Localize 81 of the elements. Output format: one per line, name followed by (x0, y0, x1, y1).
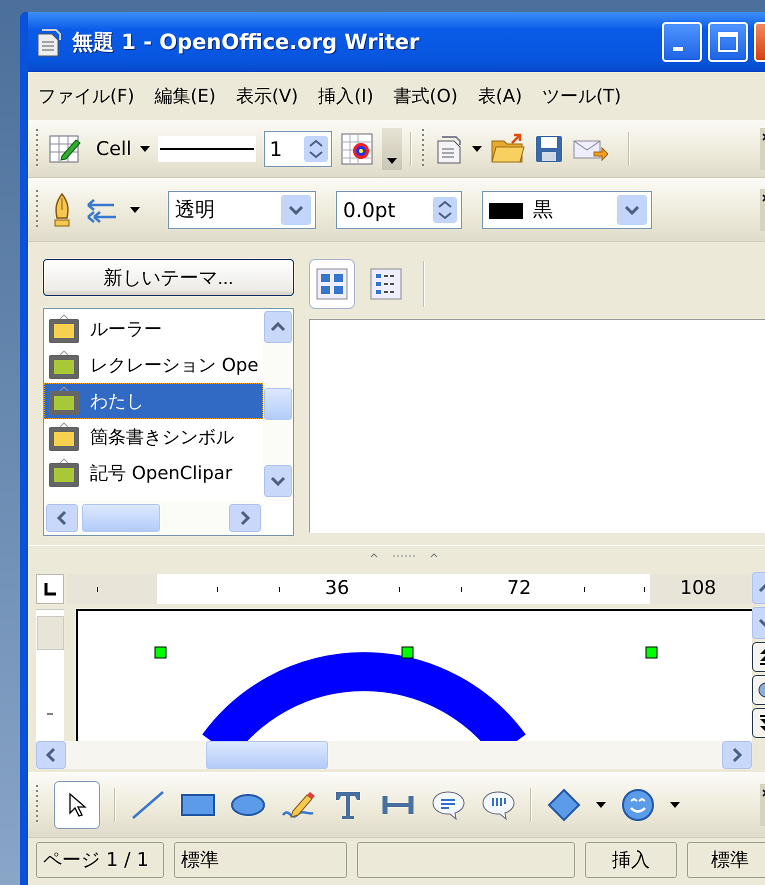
left-tab-icon (43, 582, 57, 596)
caret-icon[interactable] (670, 802, 680, 808)
pointer-icon (67, 792, 87, 818)
spin-arrows-icon[interactable] (433, 196, 457, 222)
line-width-field[interactable]: 1 (264, 130, 332, 166)
insert-mode-field: 挿入 (585, 842, 677, 878)
border-style-button[interactable]: Cell (96, 138, 132, 160)
scroll-right-icon[interactable] (229, 504, 261, 532)
selection-mode-field: 標準 (687, 842, 765, 878)
spin-arrows-icon[interactable] (304, 136, 328, 162)
callout-icon (481, 789, 515, 821)
diamond-icon (547, 788, 581, 822)
menu-item[interactable]: 表示(V) (230, 80, 304, 112)
folder-icon[interactable] (490, 132, 526, 164)
table-color-icon[interactable] (340, 132, 374, 166)
ruler-label: 108 (680, 577, 716, 599)
splitter-handle-icon[interactable] (369, 552, 439, 558)
theme-list-item[interactable]: レクレーション Ope (44, 347, 263, 383)
framed-picture-icon (48, 421, 80, 453)
page-style-field: 標準 (174, 842, 347, 878)
theme-list-item[interactable]: 箇条書きシンボル (44, 419, 263, 455)
caret-icon[interactable] (472, 146, 482, 152)
menu-item[interactable]: 書式(O) (388, 80, 464, 112)
caret-icon[interactable] (130, 206, 140, 212)
line-icon (131, 790, 165, 820)
scroll-thumb[interactable] (206, 741, 328, 769)
scroll-left-icon[interactable] (36, 741, 66, 769)
minimize-icon (673, 47, 683, 51)
ruler-tick-mark (46, 712, 54, 716)
window-title: 無題 1 - OpenOffice.org Writer (72, 29, 420, 56)
menu-item[interactable]: ツール(T) (536, 80, 628, 112)
scroll-thumb[interactable] (264, 388, 292, 420)
tab-stop-selector[interactable] (36, 574, 64, 604)
maximize-icon (717, 31, 739, 53)
line-color-dropdown[interactable]: 黒 (482, 190, 652, 228)
smiley-icon (621, 788, 655, 822)
ellipse-icon (230, 793, 266, 817)
minimize-button[interactable] (662, 22, 702, 62)
ruler-label: 72 (507, 577, 532, 599)
arc-shape[interactable] (202, 652, 526, 741)
selection-handle[interactable] (646, 646, 658, 658)
dimension-line-icon (382, 793, 414, 817)
scroll-down-icon[interactable] (264, 465, 292, 497)
icon-view-icon (316, 268, 348, 300)
ruler-label: 36 (325, 577, 350, 599)
detail-view-icon (370, 268, 402, 300)
page-number-field: ページ 1 / 1 (36, 842, 164, 878)
framed-picture-icon (48, 313, 80, 345)
menu-item[interactable]: 編集(E) (148, 80, 222, 112)
selection-handle[interactable] (154, 646, 166, 658)
scroll-right-icon[interactable] (722, 741, 752, 769)
text-icon (334, 790, 362, 820)
pencil-icon (281, 789, 315, 821)
select-tool-button[interactable] (54, 781, 100, 829)
theme-list-item[interactable]: ルーラー (44, 311, 263, 347)
toolbar-options-handle[interactable] (382, 128, 402, 170)
menu-item[interactable]: 挿入(I) (312, 80, 380, 112)
horizontal-ruler[interactable]: 36 72 108 (67, 574, 752, 604)
scroll-left-icon[interactable] (46, 504, 78, 532)
scroll-thumb[interactable] (82, 504, 160, 532)
selection-handle[interactable] (402, 646, 414, 658)
new-theme-button[interactable]: 新しいテーマ... (43, 259, 294, 296)
line-width-field[interactable]: 0.0pt (336, 190, 462, 228)
callout-icon (431, 789, 465, 821)
area-style-dropdown[interactable]: 透明 (168, 190, 316, 228)
save-icon[interactable] (534, 134, 564, 164)
theme-list-item[interactable]: わたし (44, 383, 263, 419)
scroll-up-icon[interactable] (264, 311, 292, 343)
framed-picture-icon (48, 385, 80, 417)
line-style-preview[interactable] (158, 136, 256, 162)
rectangle-icon (181, 794, 215, 816)
caret-icon[interactable] (596, 802, 606, 808)
caret-icon[interactable] (140, 146, 150, 152)
caret-icon (386, 158, 397, 164)
theme-list-item[interactable]: 記号 OpenClipar (44, 455, 263, 491)
framed-picture-icon (48, 349, 80, 381)
menu-item[interactable]: 表(A) (472, 80, 528, 112)
maximize-button[interactable] (708, 22, 748, 62)
view-mode-button[interactable] (309, 259, 355, 309)
menu-item[interactable]: ファイル(F) (32, 80, 140, 112)
framed-picture-icon (48, 457, 80, 489)
